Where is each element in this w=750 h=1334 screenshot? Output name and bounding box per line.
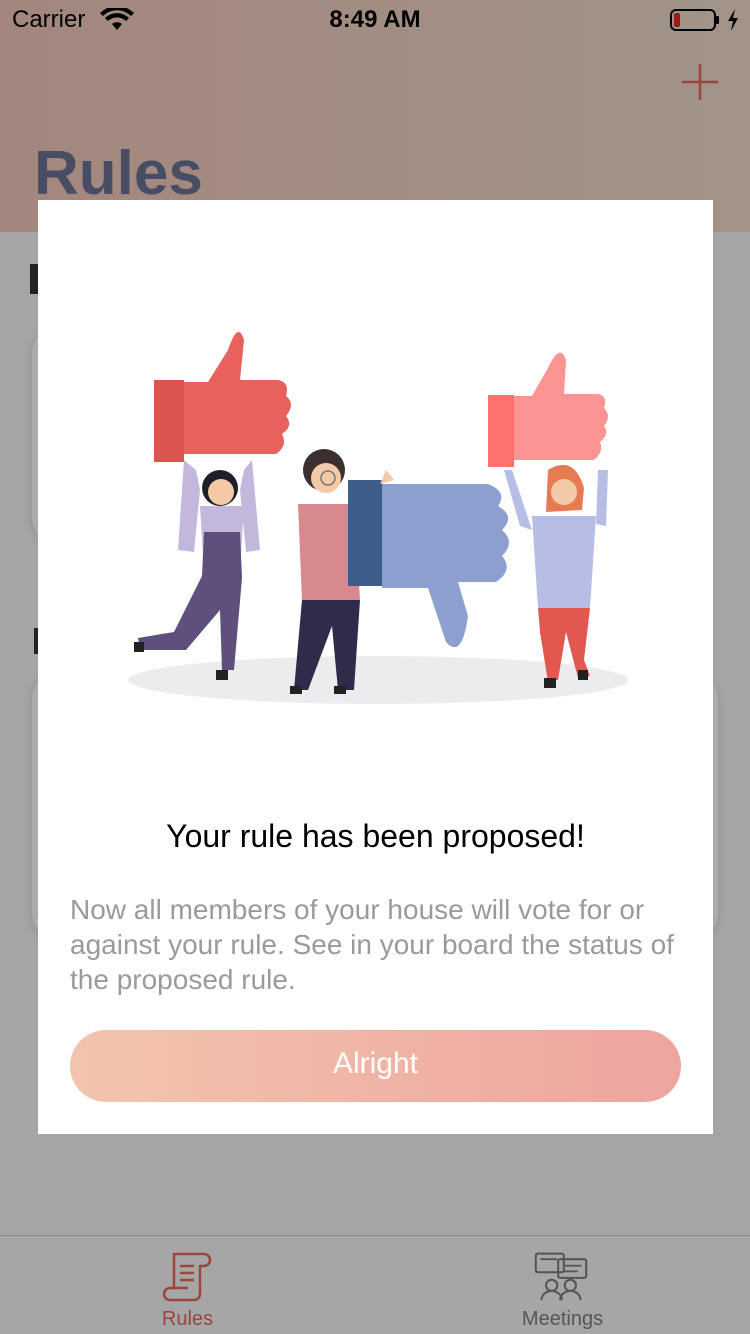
modal-title: Your rule has been proposed!: [166, 818, 585, 854]
alright-button-label: Alright: [332, 1047, 419, 1080]
people-holding-thumbs-illustration: [128, 332, 628, 704]
alright-button[interactable]: Alright: [70, 1030, 681, 1102]
confirmation-modal: Your rule has been proposed! Now all mem…: [38, 200, 713, 1134]
modal-message: Now all members of your house will vote …: [70, 894, 674, 995]
